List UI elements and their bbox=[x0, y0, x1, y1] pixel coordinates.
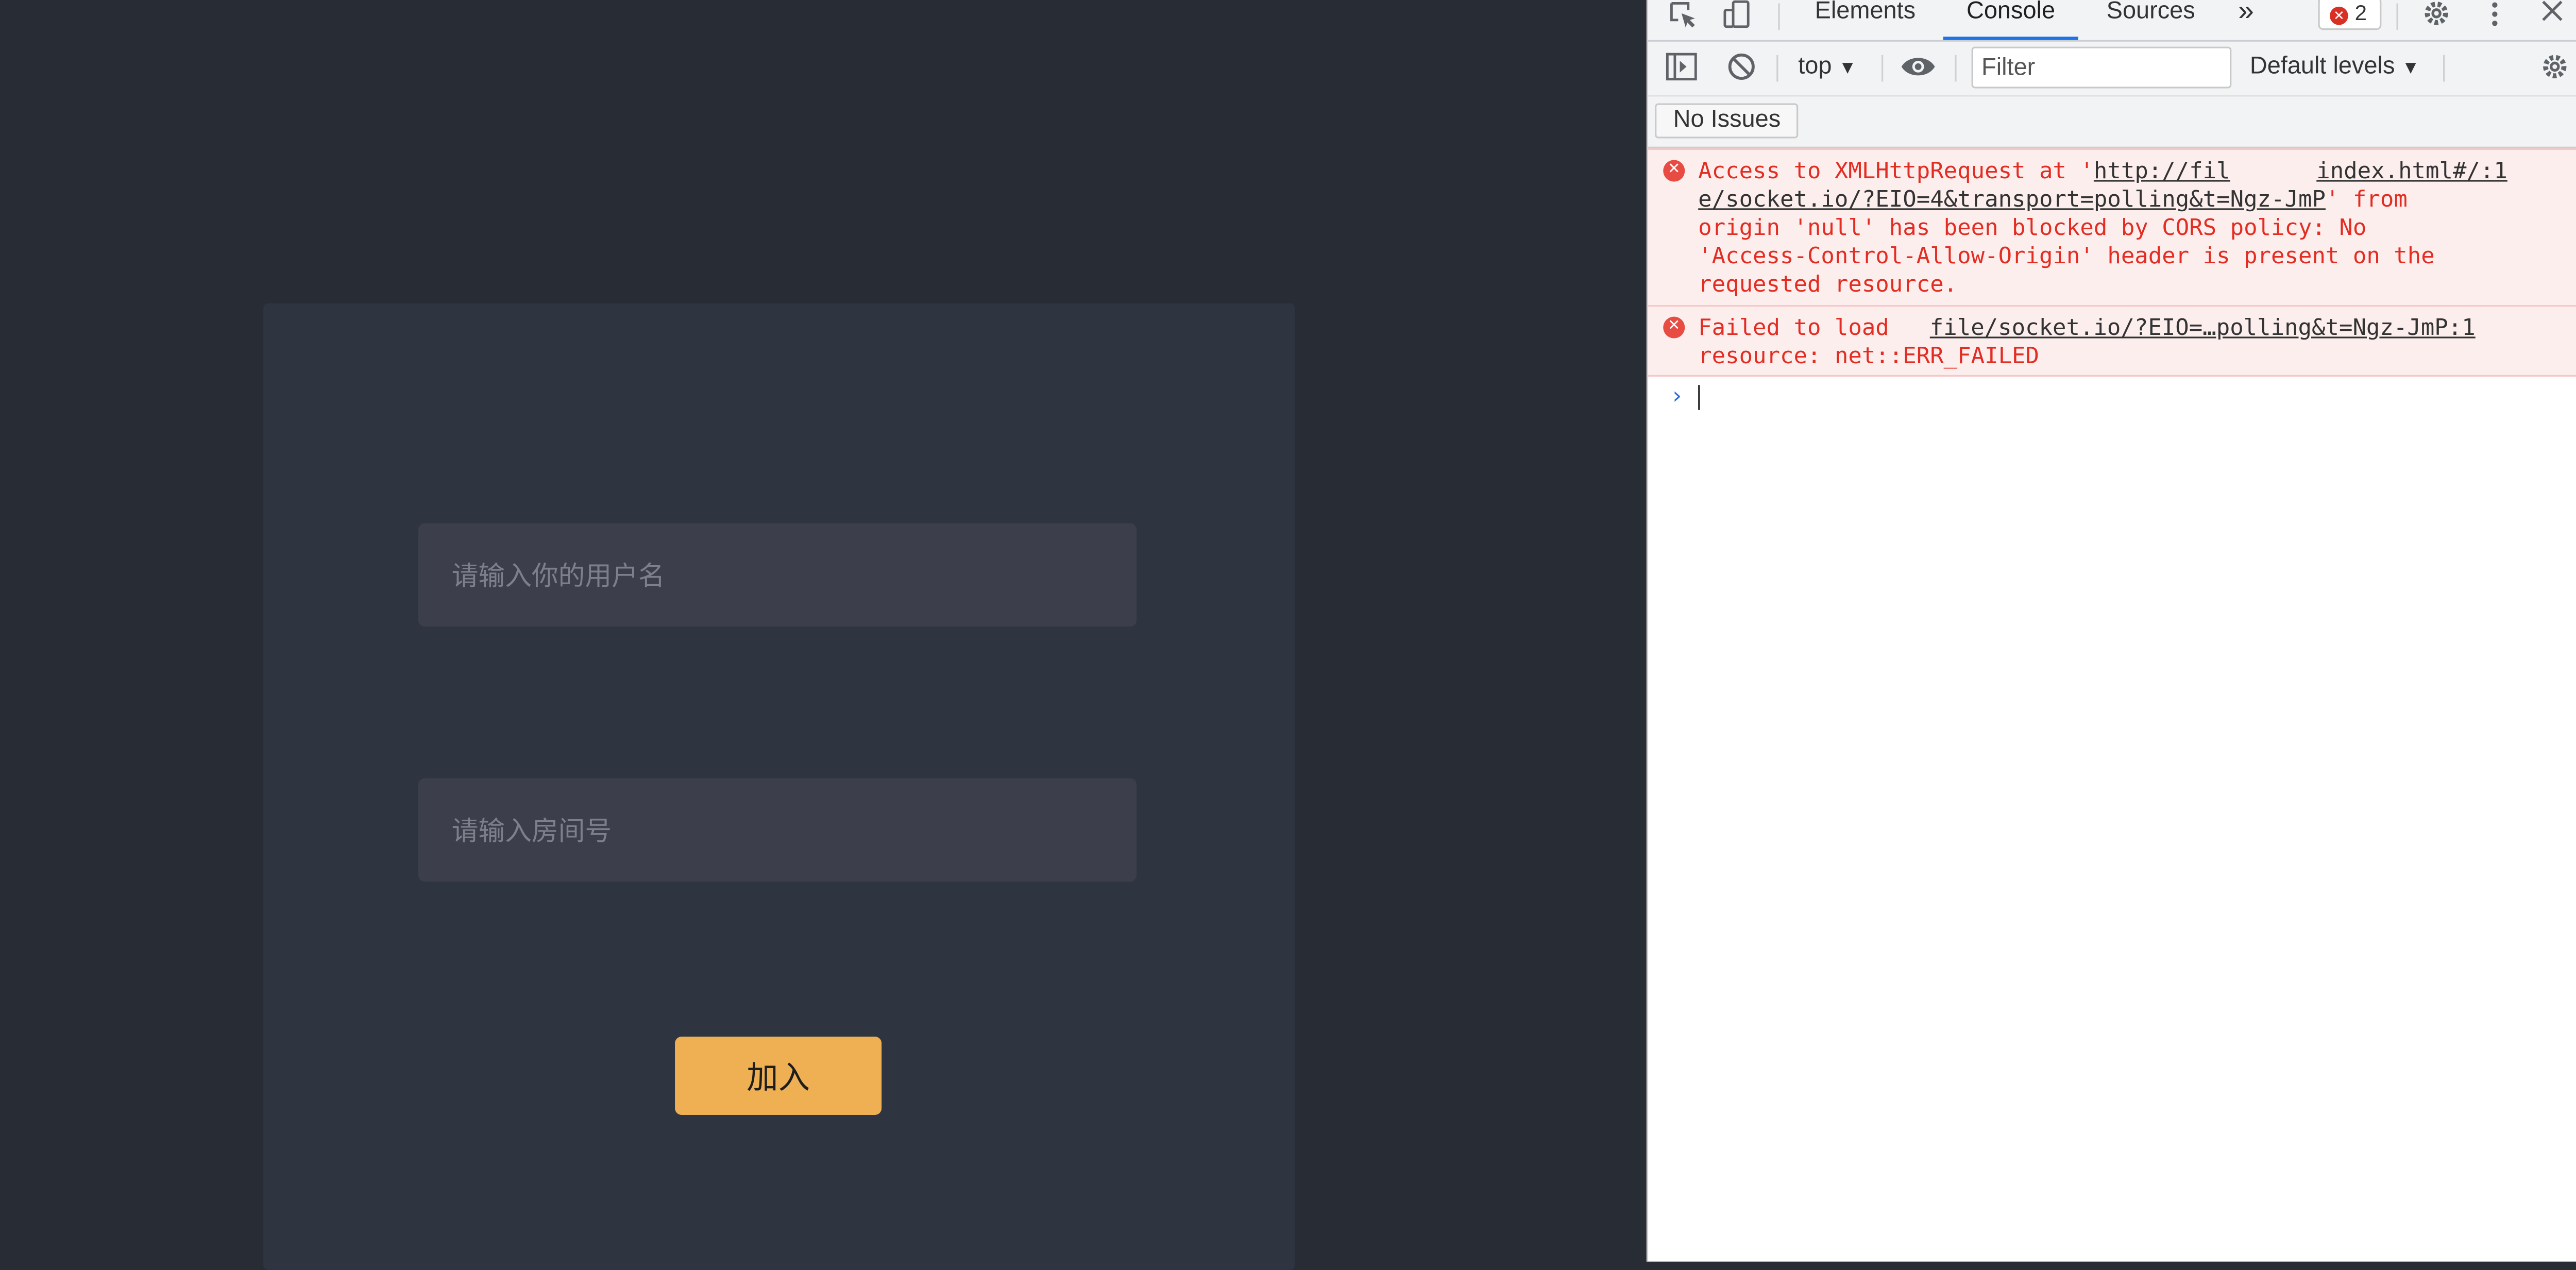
log-levels-dropdown[interactable]: Default levels ▼ bbox=[2250, 54, 2420, 80]
message-line: origin 'null' has been blocked by CORS p… bbox=[1698, 215, 2367, 242]
levels-label: Default levels bbox=[2249, 53, 2395, 80]
screen: 加入 Elements Console Sources » ✕ 2 bbox=[0, 0, 2576, 1270]
message-line: resource: net::ERR_FAILED bbox=[1698, 343, 2040, 370]
error-count-badge[interactable]: ✕ 2 bbox=[2318, 0, 2382, 30]
username-input[interactable] bbox=[418, 523, 1137, 627]
console-prompt-icon: › bbox=[1670, 383, 1684, 410]
console-error-message[interactable]: ✕ Access to XMLHttpRequest at 'http://fi… bbox=[1648, 148, 2576, 307]
devtools-tabbar: Elements Console Sources » ✕ 2 bbox=[1648, 0, 2576, 42]
tab-console[interactable]: Console bbox=[1943, 0, 2079, 40]
settings-gear-icon[interactable] bbox=[2418, 0, 2455, 33]
login-card: 加入 bbox=[263, 303, 1295, 1270]
dropdown-arrow-icon: ▼ bbox=[1838, 58, 1857, 79]
message-line: requested resource. bbox=[1698, 272, 1958, 299]
context-selector[interactable]: top ▼ bbox=[1798, 54, 1857, 80]
close-icon[interactable] bbox=[2533, 0, 2570, 33]
console-settings-gear-icon[interactable] bbox=[2536, 52, 2573, 85]
request-url-link[interactable]: http://fil bbox=[2094, 158, 2230, 185]
inspect-element-icon[interactable] bbox=[1665, 0, 1701, 33]
more-options-icon[interactable] bbox=[2477, 0, 2513, 33]
devtools-panel: Elements Console Sources » ✕ 2 top ▼ Fil… bbox=[1646, 0, 2576, 1262]
divider bbox=[1881, 55, 1884, 82]
console-error-message[interactable]: ✕ Failed to load file/socket.io/?EIO=…po… bbox=[1648, 307, 2576, 377]
tab-sources[interactable]: Sources bbox=[2107, 0, 2195, 40]
error-count: 2 bbox=[2354, 0, 2367, 25]
divider bbox=[2396, 3, 2398, 30]
filter-input[interactable] bbox=[1971, 46, 2232, 89]
error-icon: ✕ bbox=[2330, 6, 2348, 25]
message-line: e/socket.io/?EIO=4&transport=polling&t=N… bbox=[1698, 187, 2408, 214]
message-line: Failed to load bbox=[1698, 315, 1903, 342]
dropdown-arrow-icon: ▼ bbox=[2401, 58, 2420, 79]
clear-console-icon[interactable] bbox=[1723, 52, 1760, 85]
console-input-caret[interactable] bbox=[1698, 385, 1700, 410]
divider bbox=[2443, 55, 2445, 82]
source-link[interactable]: file/socket.io/?EIO=…polling&t=Ngz-JmP:1 bbox=[1930, 315, 2476, 343]
error-icon: ✕ bbox=[1663, 316, 1685, 338]
tab-elements[interactable]: Elements bbox=[1815, 0, 1916, 40]
source-link[interactable]: index.html#/:1 bbox=[2316, 158, 2507, 187]
message-line: Access to XMLHttpRequest at 'http://fil bbox=[1698, 158, 2230, 185]
request-url-link[interactable]: e/socket.io/?EIO=4&transport=polling&t=N… bbox=[1698, 187, 2326, 213]
console-toolbar: top ▼ Default levels ▼ bbox=[1648, 41, 2576, 97]
error-icon: ✕ bbox=[1663, 160, 1685, 182]
issues-bar: No Issues bbox=[1648, 96, 2576, 148]
device-toolbar-icon[interactable] bbox=[1718, 0, 1755, 33]
divider bbox=[1778, 3, 1780, 30]
divider bbox=[1955, 55, 1957, 82]
context-label: top bbox=[1798, 53, 1832, 80]
live-expression-eye-icon[interactable] bbox=[1900, 52, 1937, 85]
issues-button[interactable]: No Issues bbox=[1655, 103, 1799, 139]
message-line: 'Access-Control-Allow-Origin' header is … bbox=[1698, 243, 2435, 270]
app-viewport: 加入 bbox=[0, 0, 1647, 1270]
divider bbox=[1776, 55, 1778, 82]
sidebar-toggle-icon[interactable] bbox=[1663, 52, 1700, 85]
join-button[interactable]: 加入 bbox=[675, 1036, 882, 1115]
more-tabs-icon[interactable]: » bbox=[2238, 0, 2254, 40]
room-input[interactable] bbox=[418, 778, 1137, 882]
